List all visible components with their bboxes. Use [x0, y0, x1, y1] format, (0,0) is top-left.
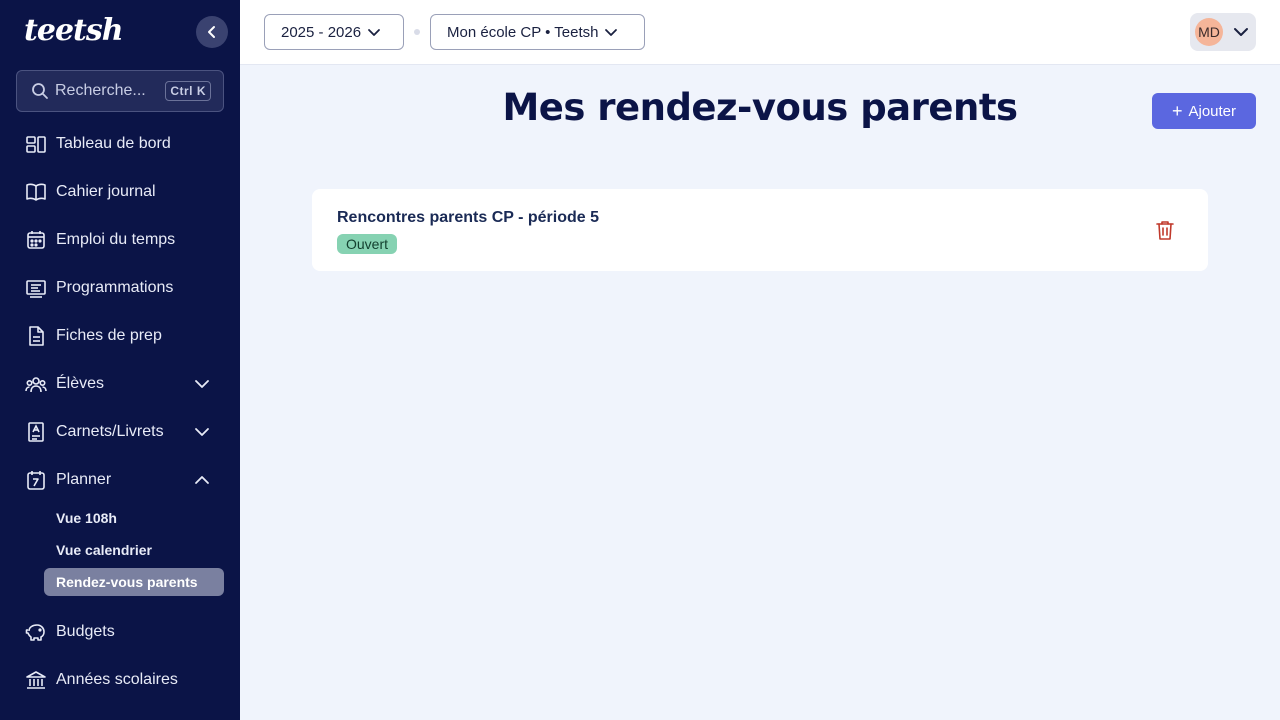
chevron-left-icon: [208, 26, 215, 38]
sidebar-item-tableau-de-bord[interactable]: Tableau de bord: [16, 124, 224, 164]
search-input[interactable]: Recherche... Ctrl K: [16, 70, 224, 112]
plus-icon: +: [1171, 101, 1183, 121]
sidebar-item-label: Tableau de bord: [56, 135, 171, 152]
sidebar-item-programmations[interactable]: Programmations: [16, 268, 224, 308]
delete-meeting-button[interactable]: [1154, 219, 1176, 241]
sidebar-item-label: Budgets: [56, 623, 115, 640]
teetsh-logo[interactable]: teetsh: [24, 13, 124, 48]
search-icon: [32, 83, 48, 99]
sidebar-item-label: Planner: [56, 471, 112, 488]
sidebar-item-budgets[interactable]: Budgets: [16, 612, 224, 652]
meeting-card[interactable]: Rencontres parents CP - période 5 Ouvert: [312, 189, 1208, 271]
sidebar-subitem-vue-108h[interactable]: Vue 108h: [44, 504, 224, 532]
status-badge: Ouvert: [337, 234, 398, 254]
bank-icon: [24, 668, 48, 692]
sidebar-item-label: Carnets/Livrets: [56, 423, 164, 440]
page-title: Mes rendez-vous parents: [502, 86, 1018, 129]
sidebar-subitem-rendez-vous-parents[interactable]: Rendez-vous parents: [44, 568, 224, 596]
notebook-icon: [24, 420, 48, 444]
sidebar-item-cahier-journal[interactable]: Cahier journal: [16, 172, 224, 212]
list-panel-icon: [24, 276, 48, 300]
chevron-down-icon: [604, 25, 618, 39]
calendar-icon: [24, 228, 48, 252]
separator-dot: [414, 29, 420, 35]
chevron-down-icon: [1232, 23, 1250, 41]
file-text-icon: [24, 324, 48, 348]
school-year-select[interactable]: 2025 - 2026: [264, 14, 404, 50]
sidebar-item-label: Élèves: [56, 375, 105, 392]
search-shortcut: Ctrl K: [165, 81, 211, 101]
chevron-up-icon: [192, 470, 212, 490]
sidebar-item-fiches-de-prep[interactable]: Fiches de prep: [16, 316, 224, 356]
user-menu-button[interactable]: MD: [1190, 13, 1256, 51]
chevron-down-icon: [192, 422, 212, 442]
sidebar-item-carnets-livrets[interactable]: Carnets/Livrets: [16, 412, 224, 452]
sidebar-item-label: Cahier journal: [56, 183, 156, 200]
dashboard-icon: [24, 132, 48, 156]
sidebar: teetsh Recherche... Ctrl K Tableau de bo…: [0, 0, 240, 720]
add-meeting-button[interactable]: + Ajouter: [1152, 93, 1256, 129]
chevron-down-icon: [367, 25, 381, 39]
sidebar-item-label: Fiches de prep: [56, 327, 162, 344]
school-select[interactable]: Mon école CP • Teetsh: [430, 14, 645, 50]
collapse-sidebar-button[interactable]: [196, 16, 228, 48]
school-value: Mon école CP • Teetsh: [447, 23, 599, 41]
sidebar-item-label: Années scolaires: [56, 671, 178, 688]
sidebar-header: teetsh: [0, 0, 240, 64]
sidebar-item-planner[interactable]: Planner: [16, 460, 224, 500]
sidebar-item-label: Emploi du temps: [56, 231, 176, 248]
sidebar-item-emploi-du-temps[interactable]: Emploi du temps: [16, 220, 224, 260]
trash-icon: [1156, 221, 1174, 240]
user-initials: MD: [1198, 24, 1220, 40]
chevron-down-icon: [192, 374, 212, 394]
school-year-value: 2025 - 2026: [281, 23, 362, 41]
users-icon: [24, 372, 48, 396]
avatar: MD: [1195, 18, 1223, 46]
search-placeholder: Recherche...: [55, 82, 146, 99]
meeting-title: Rencontres parents CP - période 5: [337, 209, 599, 226]
add-button-label: Ajouter: [1188, 102, 1237, 120]
logo-text: teetsh: [24, 13, 124, 48]
sidebar-subitem-vue-calendrier[interactable]: Vue calendrier: [44, 536, 224, 564]
top-bar: 2025 - 2026 Mon école CP • Teetsh MD: [240, 0, 1280, 65]
sidebar-item-label: Programmations: [56, 279, 174, 296]
sidebar-item-eleves[interactable]: Élèves: [16, 364, 224, 404]
book-open-icon: [24, 180, 48, 204]
sidebar-item-annees-scolaires[interactable]: Années scolaires: [16, 660, 224, 700]
planner-icon: [24, 468, 48, 492]
piggy-bank-icon: [24, 620, 48, 644]
